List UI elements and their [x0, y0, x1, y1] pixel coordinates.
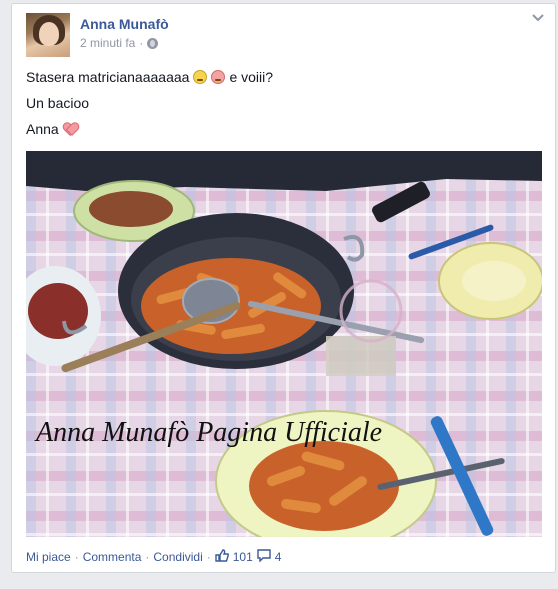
post-text-1-end: e voiii? — [229, 69, 274, 85]
post-line-2: Un bacioo — [26, 95, 89, 111]
emoji-icon — [211, 70, 226, 84]
action-bar: Mi piace · Commenta · Condividi · 101 4 — [26, 549, 281, 565]
photo-svg: Anna Munafò Pagina Ufficiale — [26, 151, 542, 537]
author-name[interactable]: Anna Munafò — [80, 16, 169, 32]
action-separator: · — [145, 550, 150, 564]
post-line-1: Stasera matricianaaaaaaa e voiii? — [26, 69, 273, 85]
post-text-2: Un bacioo — [26, 95, 90, 111]
thumbs-up-icon[interactable] — [215, 549, 229, 565]
action-separator: · — [206, 550, 211, 564]
globe-icon[interactable] — [147, 37, 159, 49]
emoji-icon — [193, 70, 208, 84]
avatar[interactable] — [26, 13, 70, 57]
action-separator: · — [74, 550, 79, 564]
like-button[interactable]: Mi piace — [26, 550, 71, 564]
post-card: Anna Munafò 2 minuti fa · Stasera matric… — [11, 3, 556, 573]
comment-icon[interactable] — [257, 549, 271, 565]
comment-button[interactable]: Commenta — [83, 550, 142, 564]
chevron-down-icon[interactable] — [531, 12, 545, 22]
comments-count[interactable]: 4 — [275, 550, 282, 564]
photo-watermark: Anna Munafò Pagina Ufficiale — [34, 417, 382, 448]
post-time[interactable]: 2 minuti fa — [80, 36, 135, 50]
meta-separator: · — [139, 36, 144, 50]
post-text-3: Anna — [26, 121, 59, 137]
likes-count[interactable]: 101 — [233, 550, 253, 564]
share-button[interactable]: Condividi — [153, 550, 202, 564]
avatar-face — [39, 22, 59, 46]
post-text-1: Stasera matricianaaaaaaa — [26, 69, 190, 85]
post-line-3: Anna — [26, 121, 77, 137]
heart-icon — [63, 123, 77, 136]
post-meta: 2 minuti fa · — [80, 36, 159, 50]
post-photo[interactable]: Anna Munafò Pagina Ufficiale — [26, 151, 542, 537]
